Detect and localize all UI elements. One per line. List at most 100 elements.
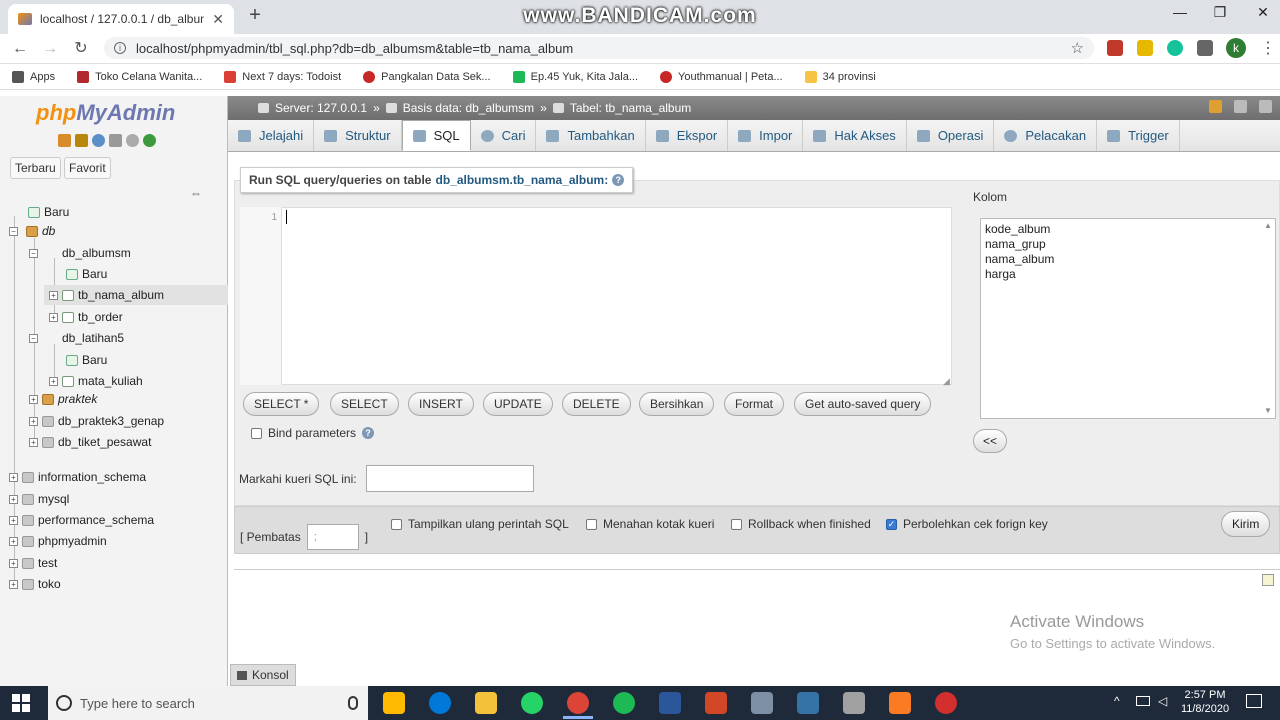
expand-icon[interactable]: + <box>29 416 38 426</box>
update-button[interactable]: UPDATE <box>483 392 553 416</box>
expand-icon[interactable]: + <box>9 536 18 546</box>
retain-query-box-checkbox[interactable] <box>586 518 597 530</box>
bookmark-pangkalan-data[interactable]: Pangkalan Data Sek... <box>363 70 491 83</box>
docs-icon[interactable] <box>109 134 122 147</box>
column-option[interactable]: nama_grup <box>985 237 1271 252</box>
tree-item-information_schema[interactable]: + information_schema <box>9 470 146 484</box>
store-icon[interactable] <box>383 692 405 714</box>
site-info-icon[interactable]: i <box>114 42 126 54</box>
tab-search[interactable]: Cari <box>471 120 537 151</box>
taskbar-clock[interactable]: 2:57 PM 11/8/2020 <box>1180 688 1230 716</box>
tree-item-toko[interactable]: + toko <box>9 577 61 591</box>
expand-icon[interactable]: + <box>49 312 58 322</box>
bookmark-spotify-ep45[interactable]: Ep.45 Yuk, Kita Jala... <box>512 70 638 83</box>
foreign-key-check-option[interactable]: ✓ Perbolehkan cek forign key <box>886 517 1048 531</box>
battery-icon[interactable] <box>1136 696 1150 706</box>
tree-item-praktek[interactable]: + praktek <box>29 392 97 406</box>
tree-item-db_latihan5[interactable]: − db_latihan5 <box>29 331 124 345</box>
console-toggle[interactable]: Konsol <box>230 664 296 686</box>
tree-item-mata_kuliah[interactable]: + mata_kuliah <box>49 374 143 388</box>
volume-icon[interactable]: ◁ <box>1158 694 1167 708</box>
resize-handle-icon[interactable]: ◢ <box>943 376 950 387</box>
tree-item-test[interactable]: + test <box>9 556 57 570</box>
extension-w-icon[interactable] <box>1137 40 1153 56</box>
reload-nav-icon[interactable] <box>143 134 156 147</box>
tree-item-db_tiket_pesawat[interactable]: + db_tiket_pesawat <box>29 435 151 449</box>
tab-insert[interactable]: Tambahkan <box>536 120 646 151</box>
insert-button[interactable]: INSERT <box>408 392 474 416</box>
bookmark-todoist[interactable]: Next 7 days: Todoist <box>224 70 341 83</box>
insert-column-button[interactable]: << <box>973 429 1007 453</box>
taskbar-search[interactable]: Type here to search <box>48 686 368 720</box>
tree-item-phpmyadmin[interactable]: + phpmyadmin <box>9 534 107 548</box>
delete-button[interactable]: DELETE <box>562 392 631 416</box>
reload-icon[interactable]: ↻ <box>70 38 92 60</box>
bookmark-query-input[interactable] <box>366 465 534 492</box>
tab-export[interactable]: Ekspor <box>646 120 729 151</box>
tab-privileges[interactable]: Hak Akses <box>803 120 907 151</box>
select-all-button[interactable]: SELECT * <box>243 392 320 416</box>
forward-icon[interactable]: → <box>39 38 61 60</box>
link-with-main-icon[interactable]: ⇔ <box>190 186 202 200</box>
collapse-icon[interactable]: − <box>29 333 38 343</box>
file-explorer-icon[interactable] <box>475 692 497 714</box>
expand-icon[interactable]: + <box>9 558 18 568</box>
delimiter-input[interactable]: ; <box>306 524 359 550</box>
expand-icon[interactable]: + <box>9 494 18 504</box>
bandicam-icon[interactable] <box>935 692 957 714</box>
back-icon[interactable]: ← <box>9 38 31 60</box>
breadcrumb-server[interactable]: Server: 127.0.0.1 <box>275 101 367 115</box>
microphone-icon[interactable] <box>348 696 358 710</box>
tree-item-db[interactable]: − db <box>9 224 55 238</box>
show-query-option[interactable]: Tampilkan ulang perintah SQL <box>391 517 569 531</box>
bookmark-34-provinsi[interactable]: 34 provinsi <box>804 70 876 83</box>
notifications-icon[interactable] <box>1246 694 1262 708</box>
whatsapp-icon[interactable] <box>521 692 543 714</box>
bookmark-star-icon[interactable]: ☆ <box>1071 39 1084 57</box>
tree-item-performance_schema[interactable]: + performance_schema <box>9 513 154 527</box>
bind-parameters-checkbox[interactable] <box>251 427 262 439</box>
app-icon[interactable] <box>751 692 773 714</box>
lock-icon[interactable] <box>1209 100 1222 113</box>
tab-triggers[interactable]: Trigger <box>1097 120 1180 151</box>
settings-gear-icon[interactable] <box>126 134 139 147</box>
bookmark-apps[interactable]: Apps <box>12 70 55 83</box>
extensions-puzzle-icon[interactable] <box>1197 40 1213 56</box>
browser-tab[interactable]: localhost / 127.0.0.1 / db_albumsm ✕ <box>8 4 234 34</box>
favorite-tables-button[interactable]: Favorit <box>64 157 111 179</box>
column-option[interactable]: harga <box>985 267 1271 282</box>
tab-operations[interactable]: Operasi <box>907 120 995 151</box>
tree-item-db_albumsm[interactable]: − db_albumsm <box>29 246 131 260</box>
xampp-icon[interactable] <box>889 692 911 714</box>
chrome-icon[interactable] <box>567 692 589 714</box>
collapse-icon[interactable]: − <box>29 248 38 258</box>
expand-icon[interactable]: + <box>49 376 58 386</box>
tab-import[interactable]: Impor <box>728 120 804 151</box>
bind-parameters-option[interactable]: Bind parameters ? <box>251 426 375 440</box>
spotify-icon[interactable] <box>613 692 635 714</box>
bookmark-youthmanual[interactable]: Youthmanual | Peta... <box>660 70 783 83</box>
expand-icon[interactable]: + <box>9 472 18 482</box>
expand-icon[interactable]: + <box>29 394 38 404</box>
expand-icon[interactable]: + <box>9 579 18 589</box>
scroll-down-icon[interactable]: ▼ <box>1264 406 1272 415</box>
close-tab-icon[interactable]: ✕ <box>212 11 224 28</box>
expand-icon[interactable]: + <box>49 290 58 300</box>
omnibox[interactable]: i localhost/phpmyadmin/tbl_sql.php?db=db… <box>104 37 1094 59</box>
windows-start-icon[interactable] <box>12 694 30 712</box>
submit-button[interactable]: Kirim <box>1221 511 1271 537</box>
exit-icon[interactable] <box>75 134 88 147</box>
tree-item-mysql[interactable]: + mysql <box>9 492 69 506</box>
minimize-icon[interactable]: — <box>1160 4 1200 24</box>
rollback-checkbox[interactable] <box>731 518 742 530</box>
edge-icon[interactable] <box>429 692 451 714</box>
collapse-icon[interactable]: − <box>9 226 18 236</box>
help-icon[interactable]: ? <box>612 174 625 186</box>
maximize-icon[interactable]: ❐ <box>1200 4 1240 24</box>
sql-editor[interactable] <box>240 207 952 385</box>
grammarly-icon[interactable] <box>1167 40 1183 56</box>
show-query-checkbox[interactable] <box>391 518 402 530</box>
tray-chevron-icon[interactable]: ^ <box>1114 694 1120 708</box>
python-icon[interactable] <box>797 692 819 714</box>
powerpoint-icon[interactable] <box>705 692 727 714</box>
